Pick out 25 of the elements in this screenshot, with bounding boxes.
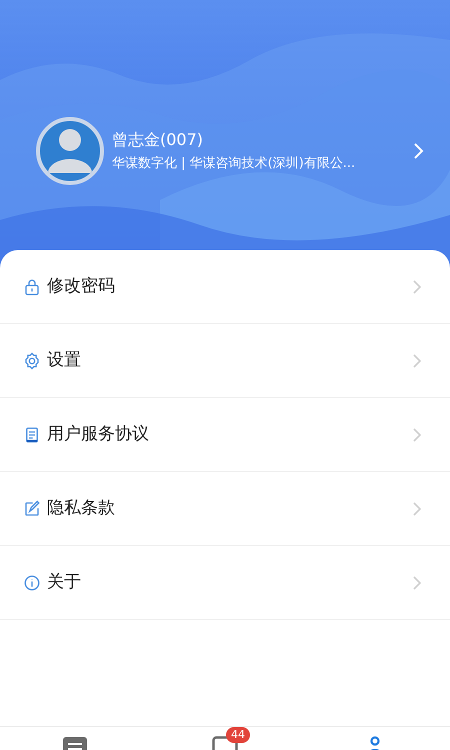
menu-label: 关于 [47,570,82,594]
menu-item[interactable]: 修改密码 [0,250,450,324]
menu-item[interactable]: 用户服务协议 [0,398,450,472]
menu-item[interactable]: 关于 [0,546,450,620]
settings-icon [23,352,41,370]
menu-label: 隐私条款 [47,496,116,520]
info-icon [23,574,41,592]
chevron-right-icon [412,500,422,516]
chevron-right-icon [412,278,422,294]
chevron-right-icon [412,574,422,590]
menu-label: 设置 [47,348,82,372]
chevron-right-icon [412,352,422,368]
menu-item[interactable]: 设置 [0,324,450,398]
chevron-right-icon[interactable] [412,141,426,161]
user-name: 曾志金(007) [112,129,204,151]
menu-label: 用户服务协议 [47,422,150,446]
unread-count: 44 [226,727,250,743]
edit-icon [23,500,41,518]
tab[interactable]: 44 [150,727,300,750]
lock-icon [23,278,41,296]
menu-item[interactable]: 隐私条款 [0,472,450,546]
menu-label: 修改密码 [47,274,116,298]
chevron-right-icon [412,426,422,442]
organization-text: 华谋数字化 | 华谋咨询技术(深圳)有限公... [112,155,356,173]
document-icon [23,426,41,444]
